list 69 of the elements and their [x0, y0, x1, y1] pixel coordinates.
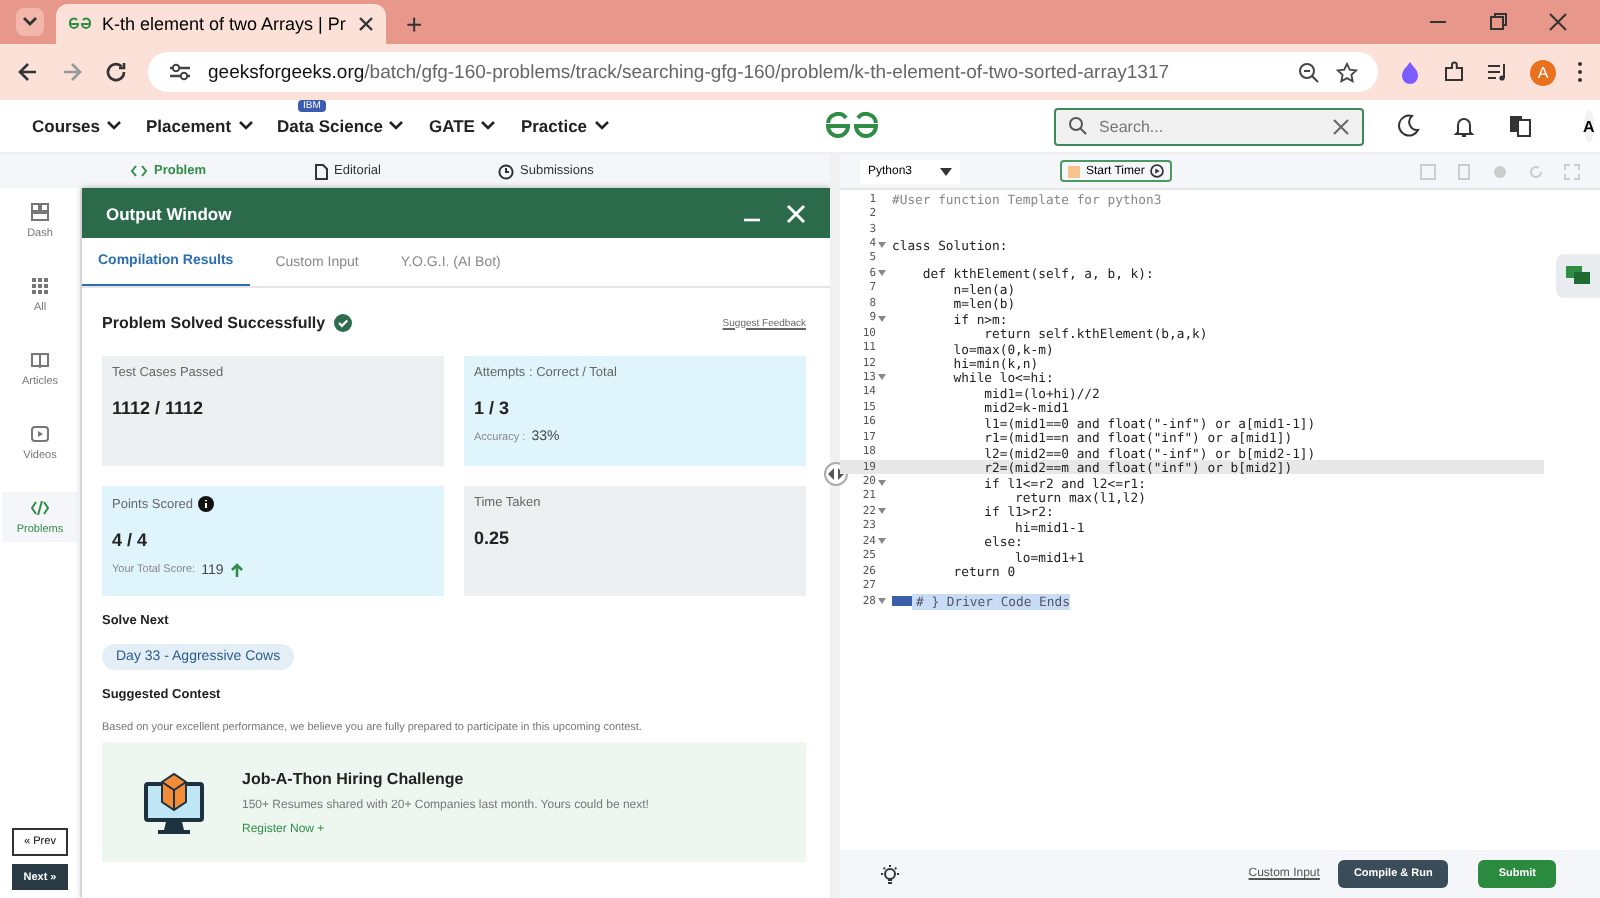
- search-icon: [1067, 116, 1088, 136]
- fold-caret-icon[interactable]: [878, 598, 886, 605]
- url-text: geeksforgeeks.org/batch/gfg-160-problems/track/searching-gfg-160/problem/k-th-element-of-two-sorted-array1317: [208, 61, 1170, 83]
- close-icon[interactable]: [358, 16, 374, 32]
- fold-marker[interactable]: [892, 596, 912, 607]
- star-icon[interactable]: [1336, 61, 1358, 83]
- stat-value: 1112 / 1112: [112, 398, 206, 418]
- moon-icon[interactable]: [1395, 114, 1420, 138]
- user-avatar[interactable]: A: [1583, 110, 1595, 142]
- fold-caret-icon[interactable]: [878, 270, 886, 277]
- grid-icon: [30, 276, 50, 296]
- nav-menu-item[interactable]: Practice: [520, 116, 610, 136]
- search-field[interactable]: Search...: [1095, 115, 1324, 137]
- play-icon: [30, 424, 50, 444]
- browser-tab[interactable]: K-th element of two Arrays | Pr: [56, 4, 386, 44]
- chevron-icon: [106, 120, 123, 132]
- play-icon: [1150, 164, 1165, 178]
- code-icon: [30, 498, 50, 518]
- chevron-icon: [388, 120, 405, 132]
- fold-caret-icon[interactable]: [878, 538, 886, 545]
- nav-menu-item[interactable]: Data Science: [277, 116, 405, 136]
- window-title: Output Window: [106, 203, 234, 223]
- book-icon: [30, 350, 50, 370]
- chat-button[interactable]: [1556, 254, 1600, 298]
- tab-list-icon[interactable]: [16, 8, 44, 36]
- chevron-icon: [593, 120, 610, 132]
- search-bar[interactable]: Search...: [1053, 107, 1364, 145]
- site-logo-icon[interactable]: [821, 112, 882, 140]
- lightbulb-icon[interactable]: [880, 863, 900, 885]
- stat-value: 4 / 4: [112, 530, 150, 550]
- fold-caret-icon[interactable]: [878, 479, 886, 486]
- info-icon[interactable]: [198, 496, 215, 512]
- up-arrow-icon: [229, 562, 244, 578]
- clear-icon[interactable]: [1331, 117, 1350, 135]
- nav-menu-item[interactable]: Courses: [32, 116, 123, 136]
- document-icon: [314, 163, 328, 179]
- clock-icon: [498, 163, 514, 179]
- media-icon[interactable]: [1486, 60, 1510, 84]
- contest-title: Job-A-Thon Hiring Challenge: [242, 769, 466, 787]
- bell-icon[interactable]: [1451, 114, 1476, 138]
- arrows-icon: [828, 468, 844, 480]
- puzzle-icon[interactable]: [1442, 60, 1466, 84]
- fold-caret-icon[interactable]: [878, 508, 886, 515]
- zoom-icon[interactable]: [1298, 61, 1320, 83]
- chevron-icon: [237, 120, 254, 132]
- dashboard-icon: [30, 202, 50, 222]
- chat-icon: [1566, 266, 1590, 286]
- nav-menu-item[interactable]: Placement: [146, 116, 254, 136]
- menu-icon[interactable]: [1576, 60, 1584, 84]
- close-icon[interactable]: [1548, 12, 1568, 32]
- chevron-icon: [480, 120, 497, 132]
- fold-caret-icon[interactable]: [878, 315, 886, 322]
- tab-title: K-th element of two Arrays | Pr: [102, 14, 348, 34]
- site-logo-icon: [68, 16, 92, 32]
- restore-icon[interactable]: [1488, 12, 1508, 32]
- check-icon: [333, 314, 352, 332]
- stat-value: 1 / 3: [474, 398, 512, 418]
- new-tab-button[interactable]: +: [398, 8, 431, 40]
- back-icon[interactable]: [16, 60, 40, 84]
- fold-caret-icon[interactable]: [878, 241, 886, 248]
- fold-caret-icon[interactable]: [878, 374, 886, 381]
- site-settings-icon[interactable]: [168, 62, 192, 82]
- reload-icon[interactable]: [104, 60, 128, 84]
- stat-value: 0.25: [474, 528, 512, 548]
- code-icon: [130, 164, 148, 178]
- status-heading: Problem Solved Successfully: [102, 314, 326, 332]
- caret-icon: [940, 167, 952, 175]
- address-field[interactable]: geeksforgeeks.org/batch/gfg-160-problems/track/searching-gfg-160/problem/k-th-element-of-two-sorted-array1317: [148, 52, 1378, 92]
- nav-menu-item[interactable]: GATE: [428, 116, 497, 136]
